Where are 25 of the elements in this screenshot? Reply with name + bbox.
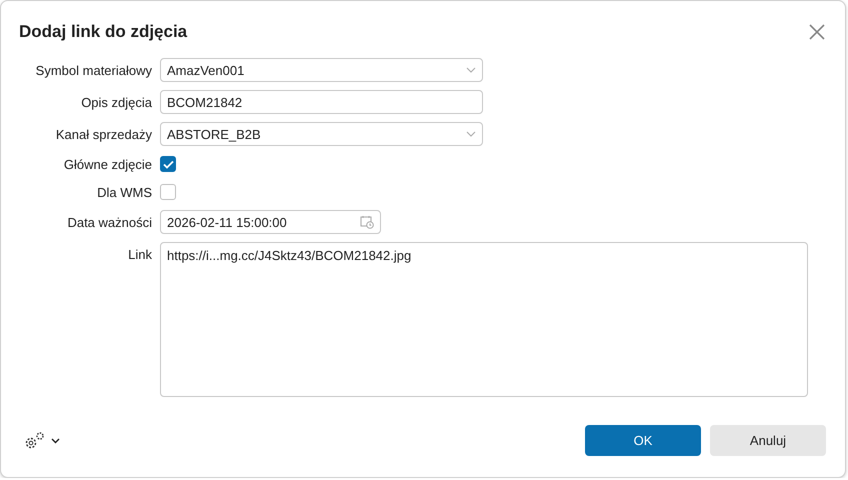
ok-button[interactable]: OK [585,425,701,456]
gears-icon [23,430,45,450]
close-button[interactable] [807,22,827,42]
field-label: Data ważności [67,214,152,230]
caret-icon [51,438,60,444]
checkbox[interactable] [160,184,176,200]
field-label: Kanał sprzedaży [56,126,152,142]
field-label: Dla WMS [97,184,152,200]
cancel-button[interactable]: Anuluj [710,425,826,456]
text-area[interactable]: https://i...mg.cc/J4Sktz43/BCOM21842.jpg [160,242,808,397]
dialog-title: Dodaj link do zdjęcia [19,22,188,42]
calendar-clock-icon[interactable] [360,215,374,229]
field-label: Symbol materiałowy [36,62,152,78]
field-label: Link [128,246,152,262]
date-field[interactable]: 2026-02-11 15:00:00 [160,210,381,234]
field-label: Opis zdjęcia [81,94,152,110]
check-icon [162,160,174,168]
settings-menu-button[interactable] [23,430,60,450]
chevron-icon [466,131,476,137]
field-label: Główne zdjęcie [64,156,152,172]
checkbox[interactable] [160,156,176,172]
chevron-icon [466,67,476,73]
dropdown[interactable]: ABSTORE_B2B [160,122,483,146]
dropdown[interactable]: AmazVen001 [160,58,483,82]
input-field[interactable]: BCOM21842 [160,90,483,114]
